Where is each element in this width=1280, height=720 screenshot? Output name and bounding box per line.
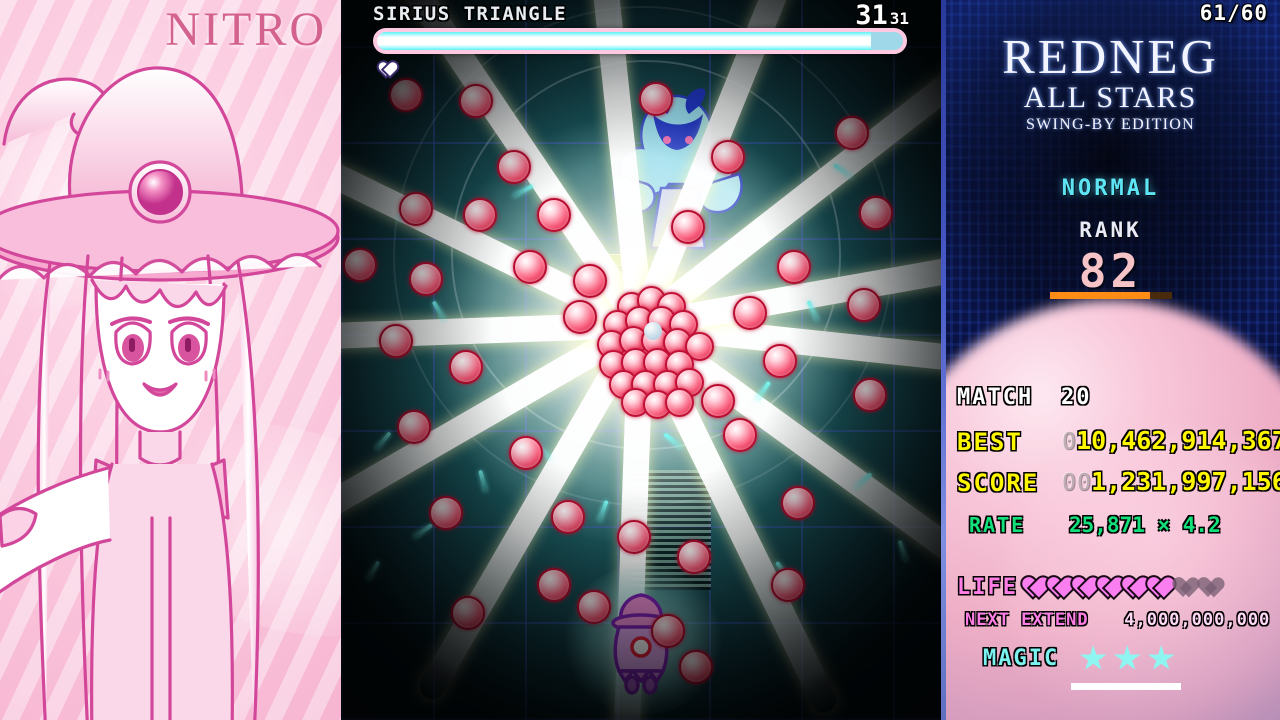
rank-label: RANK xyxy=(1079,218,1142,242)
best-leading-zeros: 0 xyxy=(1061,426,1077,455)
star-icon xyxy=(1147,645,1175,670)
star-icon xyxy=(1113,645,1141,670)
score-label: SCORE xyxy=(957,469,1040,497)
magic-label: MAGIC xyxy=(983,646,1060,671)
boss-timer: 31 31 xyxy=(855,0,909,31)
boss-name: SIRIUS TRIANGLE xyxy=(373,3,568,25)
match-row: MATCH 20 xyxy=(957,385,1090,410)
rank-value: 82 xyxy=(1078,244,1143,298)
next-extend-label: NEXT EXTEND xyxy=(965,610,1089,630)
magic-row: MAGIC xyxy=(983,645,1175,672)
logo-tagline: SWING-BY EDITION xyxy=(1025,116,1196,133)
heart-icon-empty xyxy=(1203,577,1226,598)
best-value: 10,462,914,367 xyxy=(1076,426,1280,455)
life-label: LIFE xyxy=(957,575,1018,600)
rank-progress-bar xyxy=(1050,292,1172,299)
next-extend-value: 4,000,000,000 xyxy=(1124,610,1271,630)
magic-stars xyxy=(1079,645,1175,672)
score-row: SCORE 001,231,997,156 xyxy=(957,467,1280,497)
best-label: BEST xyxy=(957,428,1023,456)
magic-bar xyxy=(1071,683,1181,690)
logo-subtitle: ALL STARS xyxy=(1023,81,1198,114)
logo-title: REDNEG xyxy=(1002,29,1219,84)
match-value: 20 xyxy=(1061,385,1092,410)
boss-timer-sub: 31 xyxy=(889,9,909,28)
best-row: BEST 010,462,914,367 xyxy=(957,426,1280,456)
life-row: LIFE xyxy=(957,575,1226,600)
character-portrait-panel: NITRO xyxy=(0,0,341,720)
boss-timer-value: 31 xyxy=(855,0,888,31)
field-vignette xyxy=(341,0,941,720)
boss-hp-bar xyxy=(373,28,907,54)
rate-row: RATE 25,871 × 4.2 xyxy=(969,513,1221,537)
score-leading-zeros: 00 xyxy=(1061,467,1092,496)
rate-value: 25,871 × 4.2 xyxy=(1069,513,1221,537)
game-logo: REDNEG ALL STARS SWING-BY EDITION xyxy=(941,28,1280,134)
score-value: 1,231,997,156 xyxy=(1091,467,1280,496)
star-icon xyxy=(1079,645,1107,670)
game-screen: NITRO SIRIUS TRIANGLE 31 31 61/60 REDNEG… xyxy=(0,0,1280,720)
character-name: NITRO xyxy=(165,3,327,56)
hud-panel: 61/60 REDNEG ALL STARS SWING-BY EDITION … xyxy=(941,0,1280,720)
stage-counter: 61/60 xyxy=(1199,1,1268,25)
gameplay-field: SIRIUS TRIANGLE 31 31 xyxy=(341,0,941,720)
life-hearts xyxy=(1028,577,1226,598)
rate-label: RATE xyxy=(969,513,1026,537)
match-label: MATCH xyxy=(957,385,1034,410)
difficulty-label: NORMAL xyxy=(1061,176,1160,201)
next-extend-row: NEXT EXTEND 4,000,000,000 xyxy=(965,610,1270,630)
heart-icon xyxy=(382,62,398,77)
character-illustration xyxy=(0,66,340,720)
